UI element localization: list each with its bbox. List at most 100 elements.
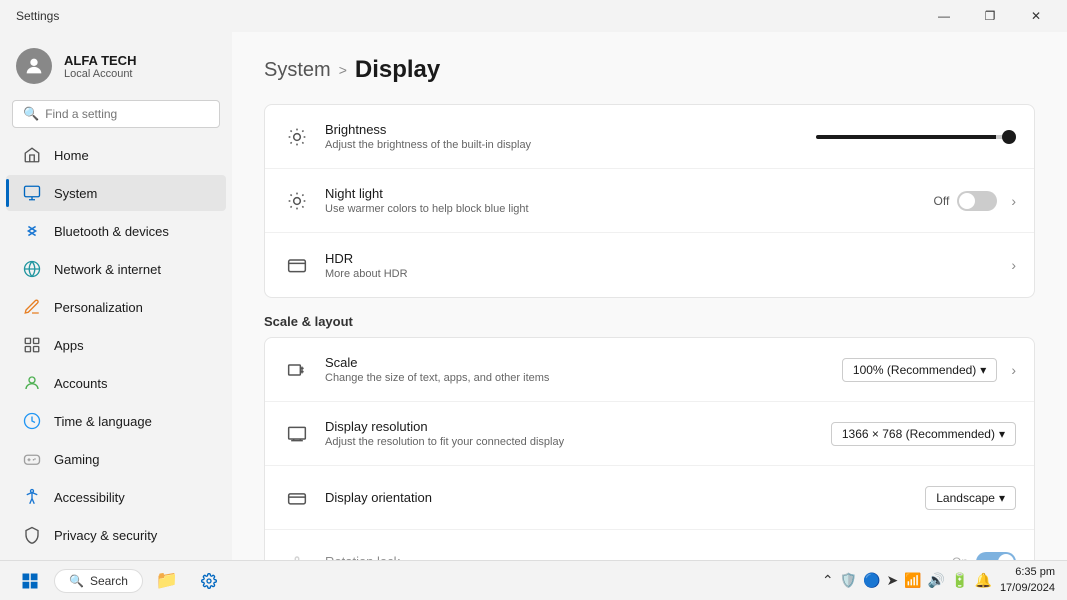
display-settings-card: Brightness Adjust the brightness of the … [264,104,1035,298]
night-light-desc: Use warmer colors to help block blue lig… [325,203,934,215]
sidebar-item-privacy[interactable]: Privacy & security [6,517,226,553]
minimize-button[interactable]: — [921,0,967,32]
content-area: System > Display Brightness Adjust the b… [232,32,1067,560]
hdr-control: › [1005,257,1016,273]
resolution-desc: Adjust the resolution to fit your connec… [325,436,831,448]
resolution-dropdown[interactable]: 1366 × 768 (Recommended) ▾ [831,422,1016,446]
brightness-slider[interactable] [816,135,1016,139]
hide-icon[interactable]: ⌃ [822,572,834,589]
brightness-title: Brightness [325,122,816,137]
orientation-dropdown[interactable]: Landscape ▾ [925,486,1016,510]
notification-icon[interactable]: 🔔 [975,572,992,589]
orientation-row[interactable]: Display orientation Landscape ▾ [265,466,1034,530]
brightness-row[interactable]: Brightness Adjust the brightness of the … [265,105,1034,169]
hdr-icon [283,251,311,279]
sidebar-item-accounts[interactable]: Accounts [6,365,226,401]
maximize-button[interactable]: ❐ [967,0,1013,32]
network-status-icon[interactable]: 🛡️ [840,572,857,589]
search-input[interactable] [45,107,209,121]
sidebar-item-apps[interactable]: Apps [6,327,226,363]
scale-layout-label: Scale & layout [264,314,1035,329]
orientation-dropdown-icon: ▾ [999,491,1005,505]
clock-time: 6:35 pm [1000,565,1055,580]
sound-icon[interactable]: 🔊 [928,572,945,589]
orientation-control[interactable]: Landscape ▾ [925,486,1016,510]
user-info: ALFA TECH Local Account [64,53,136,80]
taskbar: 🔍 Search 📁 ⌃ 🛡️ 🔵 ➤ 📶 🔊 🔋 🔔 6:35 pm 17/0… [0,560,1067,600]
taskbar-settings-button[interactable] [191,563,227,599]
file-icon: 📁 [156,570,178,591]
resolution-control[interactable]: 1366 × 768 (Recommended) ▾ [831,422,1016,446]
taskbar-file-button[interactable]: 📁 [149,563,185,599]
sidebar-item-personalization-label: Personalization [54,300,143,315]
brightness-control[interactable] [816,135,1016,139]
rotation-lock-control: On [952,552,1016,561]
scale-row[interactable]: Scale Change the size of text, apps, and… [265,338,1034,402]
resolution-text: Display resolution Adjust the resolution… [325,419,831,448]
home-icon [22,145,42,165]
night-light-control: Off › [934,191,1016,211]
resolution-row[interactable]: Display resolution Adjust the resolution… [265,402,1034,466]
resolution-icon [283,420,311,448]
user-section: ALFA TECH Local Account [0,32,232,96]
sidebar-item-accessibility[interactable]: Accessibility [6,479,226,515]
sidebar-item-gaming[interactable]: Gaming [6,441,226,477]
battery-icon[interactable]: 🔋 [951,572,968,589]
start-button[interactable] [12,563,48,599]
sidebar-item-apps-label: Apps [54,338,84,353]
orientation-icon [283,484,311,512]
apps-icon [22,335,42,355]
scale-icon [283,356,311,384]
sidebar-item-bluetooth-label: Bluetooth & devices [54,224,169,239]
personalization-icon [22,297,42,317]
time-icon [22,411,42,431]
sidebar-item-network[interactable]: Network & internet [6,251,226,287]
sidebar-item-bluetooth[interactable]: Bluetooth & devices [6,213,226,249]
breadcrumb-parent[interactable]: System [264,59,331,82]
privacy-icon [22,525,42,545]
night-light-text: Night light Use warmer colors to help bl… [325,186,934,215]
sidebar-item-home-label: Home [54,148,89,163]
close-button[interactable]: ✕ [1013,0,1059,32]
taskbar-right: ⌃ 🛡️ 🔵 ➤ 📶 🔊 🔋 🔔 6:35 pm 17/09/2024 [822,565,1055,596]
breadcrumb-arrow: > [339,62,347,78]
toggle-knob [959,193,975,209]
wifi-icon[interactable]: 📶 [904,572,921,589]
hdr-title: HDR [325,251,1005,266]
resolution-title: Display resolution [325,419,831,434]
scale-dropdown[interactable]: 100% (Recommended) ▾ [842,358,997,382]
resolution-value: 1366 × 768 (Recommended) [842,427,995,441]
night-light-state: Off [934,194,950,208]
scale-desc: Change the size of text, apps, and other… [325,372,842,384]
vpn-icon[interactable]: ➤ [886,572,898,589]
night-light-icon [283,187,311,215]
accounts-icon [22,373,42,393]
slider-thumb [1002,130,1016,144]
hdr-row[interactable]: HDR More about HDR › [265,233,1034,297]
user-name: ALFA TECH [64,53,136,68]
app-body: ALFA TECH Local Account 🔍 Home [0,32,1067,560]
scale-chevron: › [1011,362,1016,378]
network-icon [22,259,42,279]
sidebar-item-home[interactable]: Home [6,137,226,173]
orientation-value: Landscape [936,491,995,505]
user-subtitle: Local Account [64,68,136,80]
sidebar-item-network-label: Network & internet [54,262,161,277]
sidebar-item-system-label: System [54,186,97,201]
scale-control[interactable]: 100% (Recommended) ▾ › [842,358,1016,382]
sidebar-item-time[interactable]: Time & language [6,403,226,439]
taskbar-search[interactable]: 🔍 Search [54,569,143,593]
scale-value: 100% (Recommended) [853,363,976,377]
resolution-dropdown-icon: ▾ [999,427,1005,441]
night-light-toggle[interactable] [957,191,997,211]
breadcrumb-current: Display [355,56,440,84]
taskbar-clock[interactable]: 6:35 pm 17/09/2024 [1000,565,1055,596]
sidebar-item-personalization[interactable]: Personalization [6,289,226,325]
search-box[interactable]: 🔍 [12,100,220,128]
sidebar-item-system[interactable]: System [6,175,226,211]
bluetooth-status-icon[interactable]: 🔵 [863,572,880,589]
night-light-row[interactable]: Night light Use warmer colors to help bl… [265,169,1034,233]
accessibility-icon [22,487,42,507]
taskbar-search-label: Search [90,574,128,588]
brightness-icon [283,123,311,151]
